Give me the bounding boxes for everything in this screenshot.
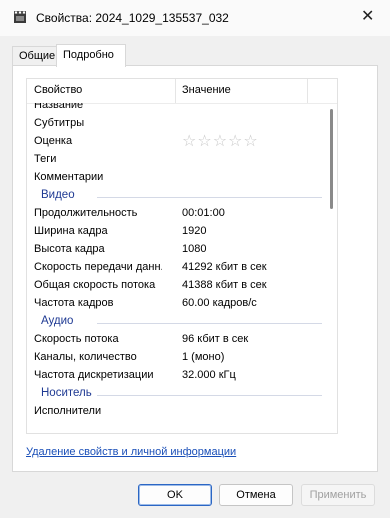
property-name: Каналы, количество — [34, 351, 137, 363]
property-value: 60.00 кадров/с — [182, 297, 257, 309]
property-row[interactable]: Оценка ☆☆☆☆☆ — [27, 133, 325, 151]
property-name: Продолжительность — [34, 207, 138, 219]
property-name: Высота кадра — [34, 243, 105, 255]
group-label: Видео — [41, 189, 75, 201]
tab-general[interactable]: Общие — [12, 46, 62, 65]
property-row[interactable]: Частота дискретизации 32.000 кГц — [27, 367, 325, 385]
group-divider — [97, 323, 322, 324]
property-row[interactable]: Теги — [27, 151, 325, 169]
property-name: Название — [34, 103, 84, 111]
property-row[interactable]: Каналы, количество 1 (моно) — [27, 349, 325, 367]
group-header[interactable]: Видео — [27, 187, 325, 205]
property-row[interactable]: Комментарии — [27, 169, 325, 187]
scrollbar-thumb[interactable] — [330, 109, 333, 209]
property-name: Общая скорость потока — [34, 279, 156, 291]
property-row[interactable]: Субтитры — [27, 115, 325, 133]
property-name: Скорость потока — [34, 333, 119, 345]
title-bar: Свойства: 2024_1029_135537_032 ✕ — [0, 0, 390, 36]
group-header[interactable]: Аудио — [27, 313, 325, 331]
property-name: Частота дискретизации — [34, 369, 154, 381]
property-name: Исполнители — [34, 405, 102, 417]
rows: Название Субтитры Оценка ☆☆☆☆☆ Теги Комментар… — [27, 103, 325, 433]
video-file-icon — [14, 11, 26, 23]
properties-list: Свойство Значение Название Субтитры Оценка… — [26, 78, 338, 434]
property-value: 96 кбит в сек — [182, 333, 249, 345]
property-name: Ширина кадра — [34, 225, 108, 237]
property-name: Скорость передачи данн... — [34, 261, 162, 273]
property-row[interactable]: Название — [27, 103, 325, 115]
cancel-button[interactable]: Отмена — [219, 484, 293, 506]
apply-button[interactable]: Применить — [301, 484, 375, 506]
group-divider — [97, 197, 322, 198]
column-divider[interactable] — [175, 79, 176, 103]
column-header: Свойство Значение — [27, 79, 337, 104]
property-row[interactable]: Скорость передачи данн... 41292 кбит в се… — [27, 259, 325, 277]
property-name: Частота кадров — [34, 297, 114, 309]
group-header[interactable]: Носитель — [27, 385, 325, 403]
window-title: Свойства: 2024_1029_135537_032 — [36, 11, 229, 25]
property-name: Комментарии — [34, 171, 104, 183]
group-label: Носитель — [41, 387, 92, 399]
rating-stars[interactable]: ☆☆☆☆☆ — [182, 131, 259, 151]
property-value: 41388 кбит в сек — [182, 279, 267, 291]
property-row[interactable]: Ширина кадра 1920 — [27, 223, 325, 241]
property-name: Субтитры — [34, 117, 85, 129]
property-name: Теги — [34, 153, 57, 165]
property-value: 32.000 кГц — [182, 369, 236, 381]
property-value: 00:01:00 — [182, 207, 225, 219]
column-divider[interactable] — [307, 79, 308, 103]
remove-properties-link[interactable]: Удаление свойств и личной информации — [26, 446, 236, 458]
group-divider — [97, 395, 322, 396]
property-value: 41292 кбит в сек — [182, 261, 267, 273]
property-value: 1920 — [182, 225, 207, 237]
close-icon: ✕ — [361, 8, 375, 25]
property-row[interactable]: Высота кадра 1080 — [27, 241, 325, 259]
close-button[interactable]: ✕ — [352, 4, 384, 32]
tab-details[interactable]: Подробно — [56, 44, 126, 67]
property-row[interactable]: Общая скорость потока 41388 кбит в сек — [27, 277, 325, 295]
property-row[interactable]: Скорость потока 96 кбит в сек — [27, 331, 325, 349]
column-property[interactable]: Свойство — [34, 84, 82, 96]
group-label: Аудио — [41, 315, 74, 327]
property-value: 1080 — [182, 243, 207, 255]
property-row[interactable]: Частота кадров 60.00 кадров/с — [27, 295, 325, 313]
property-row[interactable]: Продолжительность 00:01:00 — [27, 205, 325, 223]
property-row[interactable]: Исполнители — [27, 403, 325, 421]
property-name: Оценка — [34, 135, 73, 147]
property-value: 1 (моно) — [182, 351, 225, 363]
vertical-scrollbar[interactable] — [327, 103, 336, 433]
column-value[interactable]: Значение — [182, 84, 231, 96]
ok-button[interactable]: OK — [138, 484, 212, 506]
